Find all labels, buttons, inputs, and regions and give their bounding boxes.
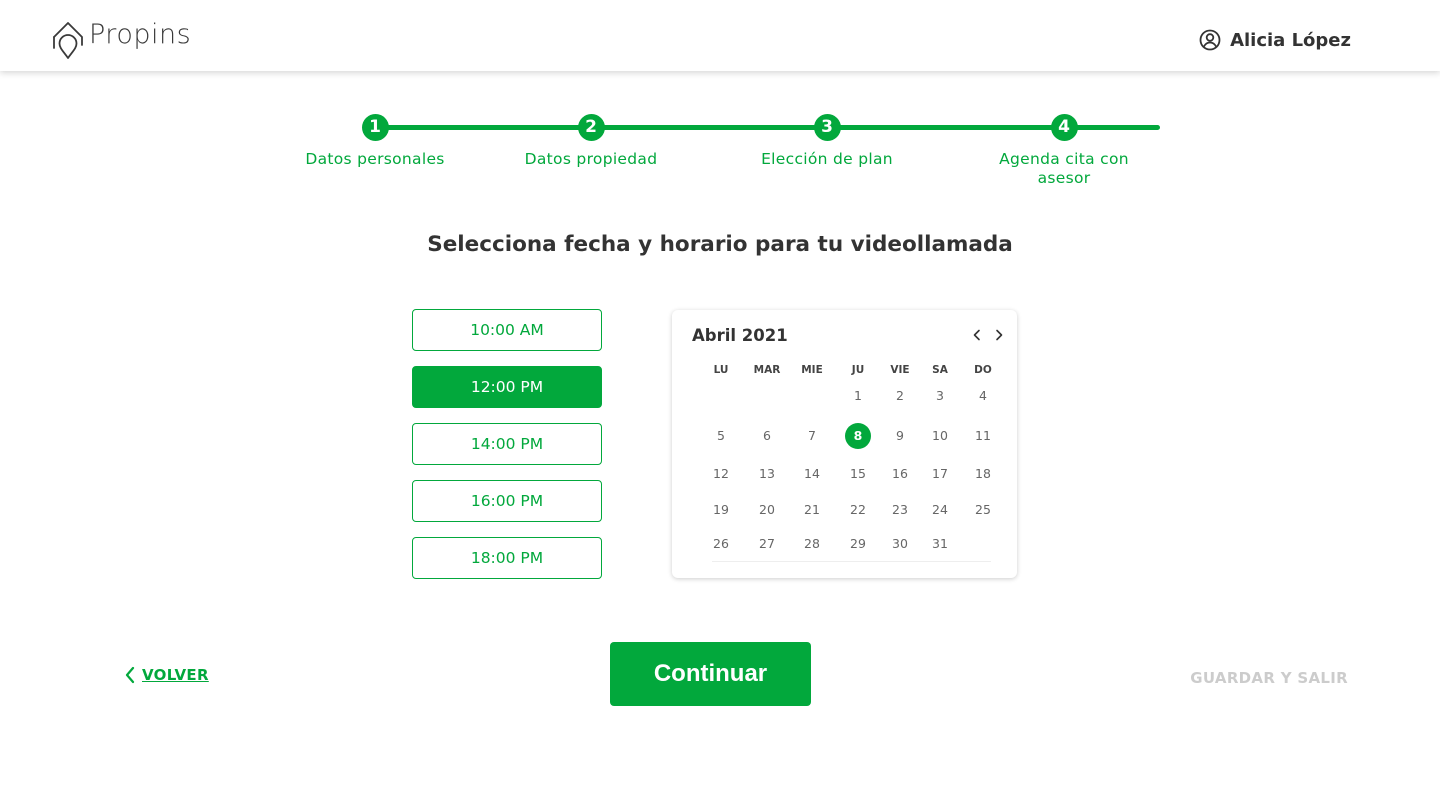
- step-number: 1: [361, 114, 389, 141]
- calendar-day[interactable]: 3: [927, 383, 953, 409]
- calendar-day[interactable]: 24: [927, 497, 953, 523]
- calendar-day[interactable]: 14: [799, 461, 825, 487]
- calendar-day[interactable]: 10: [927, 423, 953, 449]
- calendar-day-selected[interactable]: 8: [845, 423, 871, 449]
- step-label: Elección de plan: [761, 150, 893, 168]
- time-slot[interactable]: 18:00 PM: [412, 537, 602, 579]
- calendar-day[interactable]: 9: [887, 423, 913, 449]
- calendar-day[interactable]: 13: [754, 461, 780, 487]
- user-name: Alicia López: [1230, 29, 1351, 51]
- calendar-day[interactable]: 29: [845, 531, 871, 557]
- user-circle-icon: [1199, 29, 1221, 51]
- step-label: Datos personales: [305, 150, 445, 168]
- step-label: Datos propiedad: [524, 150, 658, 168]
- calendar-day[interactable]: 17: [927, 461, 953, 487]
- step-datos-propiedad: 2 Datos propiedad: [491, 114, 691, 169]
- step-eleccion-plan: 3 Elección de plan: [727, 114, 927, 169]
- calendar-day[interactable]: 5: [708, 423, 734, 449]
- chevron-left-icon: [973, 329, 980, 341]
- step-datos-personales: 1 Datos personales: [275, 114, 475, 169]
- calendar-day[interactable]: 25: [970, 497, 996, 523]
- calendar-day[interactable]: 1: [845, 383, 871, 409]
- chevron-left-icon: [125, 666, 135, 684]
- time-slot[interactable]: 16:00 PM: [412, 480, 602, 522]
- back-label: VOLVER: [142, 666, 209, 684]
- calendar-weekday-header: JU: [851, 364, 865, 376]
- save-and-exit-button[interactable]: GUARDAR Y SALIR: [1190, 669, 1348, 687]
- header: Propins Alicia López: [0, 0, 1440, 71]
- calendar-day[interactable]: 4: [970, 383, 996, 409]
- calendar-day[interactable]: 7: [799, 423, 825, 449]
- calendar-day[interactable]: 16: [887, 461, 913, 487]
- calendar-day[interactable]: 11: [970, 423, 996, 449]
- calendar-divider: [712, 561, 991, 562]
- calendar-day[interactable]: 20: [754, 497, 780, 523]
- step-number: 4: [1050, 114, 1078, 141]
- chevron-right-icon: [996, 329, 1003, 341]
- calendar-weekday-header: MAR: [753, 364, 781, 376]
- calendar-day[interactable]: 26: [708, 531, 734, 557]
- user-menu[interactable]: Alicia López: [1199, 28, 1351, 52]
- calendar-day[interactable]: 6: [754, 423, 780, 449]
- calendar-next-button[interactable]: [990, 326, 1008, 344]
- calendar-day[interactable]: 31: [927, 531, 953, 557]
- continue-button[interactable]: Continuar: [610, 642, 811, 706]
- calendar-weekday-header: VIE: [890, 364, 910, 376]
- calendar: Abril 2021 LU MAR MIE JU VIE SA DO 1 2 3 4 5 6 7 8 9 10 1…: [672, 310, 1017, 578]
- home-pin-icon: [53, 22, 83, 59]
- calendar-weekday-header: DO: [974, 364, 992, 376]
- calendar-month-label: Abril 2021: [692, 326, 788, 345]
- time-slot[interactable]: 10:00 AM: [412, 309, 602, 351]
- back-button[interactable]: VOLVER: [124, 666, 209, 684]
- calendar-day[interactable]: 15: [845, 461, 871, 487]
- calendar-day[interactable]: 18: [970, 461, 996, 487]
- calendar-day[interactable]: 27: [754, 531, 780, 557]
- calendar-weekday-header: LU: [713, 364, 729, 376]
- calendar-weekday-header: MIE: [801, 364, 823, 376]
- step-agenda-cita: 4 Agenda cita con asesor: [979, 114, 1149, 188]
- calendar-weekday-header: SA: [932, 364, 948, 376]
- calendar-day[interactable]: 12: [708, 461, 734, 487]
- calendar-day[interactable]: 2: [887, 383, 913, 409]
- calendar-prev-button[interactable]: [968, 326, 986, 344]
- calendar-day[interactable]: 30: [887, 531, 913, 557]
- step-number: 3: [813, 114, 841, 141]
- calendar-day[interactable]: 19: [708, 497, 734, 523]
- calendar-day[interactable]: 23: [887, 497, 913, 523]
- logo-text: Propins: [89, 19, 192, 50]
- step-number: 2: [577, 114, 605, 141]
- calendar-day[interactable]: 22: [845, 497, 871, 523]
- step-label: Agenda cita con asesor: [999, 150, 1129, 187]
- calendar-day[interactable]: 21: [799, 497, 825, 523]
- page-title: Selecciona fecha y horario para tu video…: [427, 232, 1013, 257]
- time-slot-selected[interactable]: 12:00 PM: [412, 366, 602, 408]
- time-slot[interactable]: 14:00 PM: [412, 423, 602, 465]
- calendar-day[interactable]: 28: [799, 531, 825, 557]
